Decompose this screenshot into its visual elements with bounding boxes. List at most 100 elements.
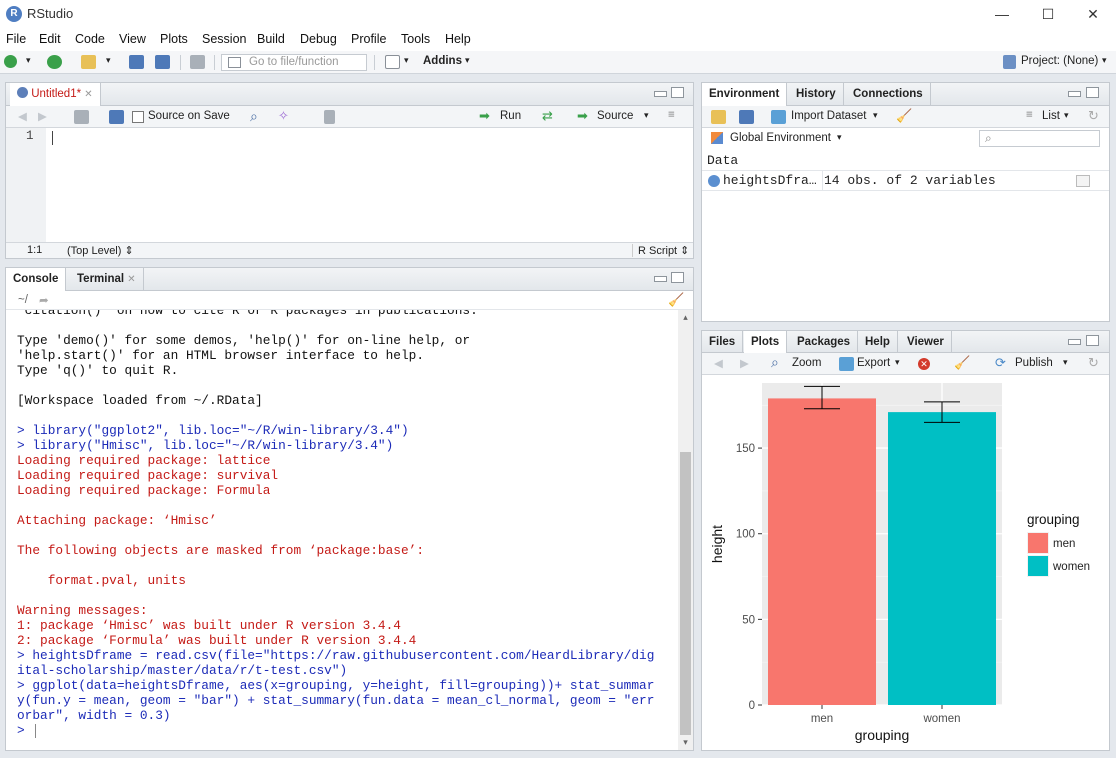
forward-icon[interactable]: ▶ xyxy=(38,109,47,123)
menu-help[interactable]: Help xyxy=(445,32,471,46)
new-file-icon[interactable] xyxy=(4,55,17,68)
clear-workspace-icon[interactable]: 🧹 xyxy=(896,108,912,124)
tab-files[interactable]: Files xyxy=(702,331,744,354)
code-tools-icon[interactable]: ✧ xyxy=(278,108,289,124)
addins-menu[interactable]: Addins xyxy=(423,55,462,67)
menu-plots[interactable]: Plots xyxy=(160,32,188,46)
compile-report-icon[interactable] xyxy=(324,110,335,124)
next-plot-icon[interactable]: ▶ xyxy=(740,356,749,370)
open-recent-dropdown-icon[interactable]: ▾ xyxy=(106,55,111,66)
tab-plots[interactable]: Plots xyxy=(744,331,788,355)
menu-view[interactable]: View xyxy=(119,32,146,46)
show-in-window-icon[interactable] xyxy=(74,110,89,124)
menu-edit[interactable]: Edit xyxy=(39,32,61,46)
tab-console[interactable]: Console xyxy=(6,268,67,292)
close-tab-icon[interactable]: ✕ xyxy=(84,89,92,100)
menu-profile[interactable]: Profile xyxy=(351,32,386,46)
menu-debug[interactable]: Debug xyxy=(300,32,337,46)
previous-plot-icon[interactable]: ◀ xyxy=(714,356,723,370)
tab-viewer[interactable]: Viewer xyxy=(900,331,952,354)
print-icon[interactable] xyxy=(190,55,205,69)
minimize-button[interactable]: — xyxy=(979,0,1025,29)
load-workspace-icon[interactable] xyxy=(711,110,726,124)
maximize-pane-icon[interactable] xyxy=(1086,87,1099,98)
scroll-up-icon[interactable]: ▴ xyxy=(678,310,693,325)
zoom-button[interactable]: Zoom xyxy=(792,357,821,369)
menu-code[interactable]: Code xyxy=(75,32,105,46)
view-mode-dropdown-icon[interactable]: ▾ xyxy=(1064,110,1069,121)
project-menu[interactable]: Project: (None) xyxy=(1021,55,1098,67)
bar-chart[interactable]: 0 50 100 150 men women grouping height grouping m… xyxy=(702,375,1109,750)
import-dataset-button[interactable]: Import Dataset xyxy=(791,110,866,122)
minimize-pane-icon[interactable] xyxy=(1068,91,1081,97)
console-scrollbar[interactable]: ▴ ▾ xyxy=(678,310,693,750)
export-dropdown-icon[interactable]: ▾ xyxy=(895,357,900,368)
view-data-icon[interactable] xyxy=(1076,175,1090,187)
clear-plots-icon[interactable]: 🧹 xyxy=(954,355,970,371)
tab-packages[interactable]: Packages xyxy=(790,331,859,354)
console-line: Loading required package: Formula xyxy=(17,483,271,498)
run-button[interactable]: Run xyxy=(500,110,521,122)
minimize-pane-icon[interactable] xyxy=(1068,339,1081,345)
file-type-selector[interactable]: R Script ⇕ xyxy=(632,244,689,257)
find-icon[interactable]: ⌕ xyxy=(250,108,258,125)
menu-build[interactable]: Build xyxy=(257,32,285,46)
console-output[interactable]: 'citation()' on how to cite R or R packa… xyxy=(6,310,678,750)
tab-environment[interactable]: Environment xyxy=(702,83,788,107)
export-button[interactable]: Export xyxy=(857,357,890,369)
go-to-directory-icon[interactable]: ➦ xyxy=(39,293,49,307)
close-button[interactable]: ✕ xyxy=(1070,0,1116,29)
save-icon[interactable] xyxy=(129,55,144,69)
back-icon[interactable]: ◀ xyxy=(18,109,27,123)
import-dataset-dropdown-icon[interactable]: ▾ xyxy=(873,110,878,121)
source-button[interactable]: Source xyxy=(597,110,633,122)
menu-session[interactable]: Session xyxy=(202,32,246,46)
open-file-icon[interactable] xyxy=(81,55,96,69)
menu-file[interactable]: File xyxy=(6,32,26,46)
refresh-icon[interactable]: ↻ xyxy=(1088,108,1099,124)
editor-save-icon[interactable] xyxy=(109,110,124,124)
tab-untitled1[interactable]: Untitled1* ✕ xyxy=(10,83,101,107)
maximize-pane-icon[interactable] xyxy=(1086,335,1099,346)
editor-tabstrip: Untitled1* ✕ xyxy=(6,83,693,107)
maximize-pane-icon[interactable] xyxy=(671,87,684,98)
tab-terminal[interactable]: Terminal ✕ xyxy=(70,268,144,291)
view-mode-selector[interactable]: List xyxy=(1042,110,1060,122)
new-file-dropdown-icon[interactable]: ▾ xyxy=(26,55,31,66)
minimize-pane-icon[interactable] xyxy=(654,91,667,97)
save-all-icon[interactable] xyxy=(155,55,170,69)
maximize-pane-icon[interactable] xyxy=(671,272,684,283)
tab-connections[interactable]: Connections xyxy=(846,83,931,106)
new-project-icon[interactable] xyxy=(47,55,62,69)
layout-dropdown-icon[interactable]: ▾ xyxy=(404,55,409,66)
scope-dropdown-icon[interactable]: ▾ xyxy=(837,132,842,143)
source-on-save-checkbox[interactable] xyxy=(132,111,144,123)
publish-dropdown-icon[interactable]: ▾ xyxy=(1063,357,1068,368)
scope-selector[interactable]: (Top Level) ⇕ xyxy=(67,244,134,257)
source-dropdown-icon[interactable]: ▾ xyxy=(644,110,649,121)
menu-tools[interactable]: Tools xyxy=(401,32,430,46)
grid-layout-icon[interactable] xyxy=(385,55,400,69)
addins-dropdown-icon[interactable]: ▾ xyxy=(465,55,470,66)
project-dropdown-icon[interactable]: ▾ xyxy=(1102,55,1107,66)
refresh-plot-icon[interactable]: ↻ xyxy=(1088,355,1099,371)
goto-file-input[interactable]: Go to file/function xyxy=(221,54,367,71)
environment-search-input[interactable]: ⌕ xyxy=(979,130,1100,147)
save-workspace-icon[interactable] xyxy=(739,110,754,124)
expand-icon[interactable] xyxy=(708,175,720,187)
scroll-down-icon[interactable]: ▾ xyxy=(678,735,693,750)
outline-icon[interactable]: ≡ xyxy=(668,109,675,121)
rerun-icon[interactable]: ⇄ xyxy=(542,108,553,124)
maximize-button[interactable]: ☐ xyxy=(1025,0,1071,29)
minimize-pane-icon[interactable] xyxy=(654,276,667,282)
tab-history[interactable]: History xyxy=(789,83,844,106)
tab-help[interactable]: Help xyxy=(858,331,898,354)
scope-selector[interactable]: Global Environment xyxy=(730,132,831,144)
clear-console-icon[interactable]: 🧹 xyxy=(668,292,684,308)
publish-button[interactable]: Publish xyxy=(1015,357,1053,369)
scroll-thumb[interactable] xyxy=(680,452,691,735)
close-terminal-icon[interactable]: ✕ xyxy=(127,274,135,285)
environment-row[interactable]: heightsDfra… 14 obs. of 2 variables xyxy=(702,171,1109,191)
code-editor[interactable] xyxy=(46,128,693,242)
remove-plot-icon[interactable]: ✕ xyxy=(918,358,930,370)
